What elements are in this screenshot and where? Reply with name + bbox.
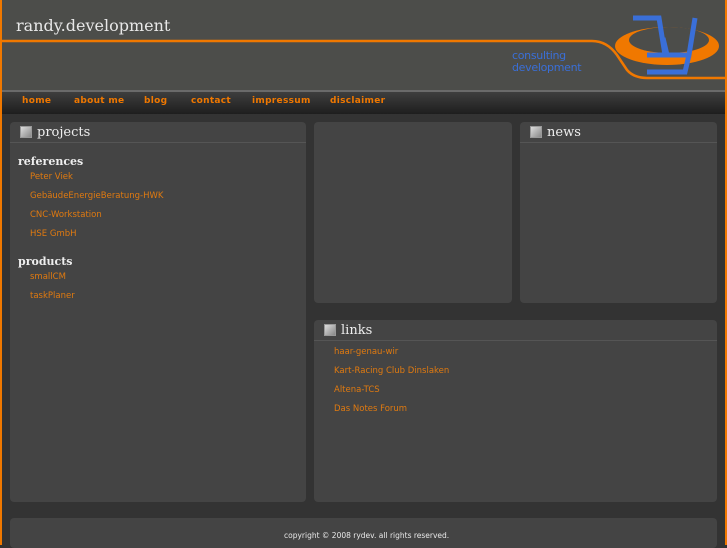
reference-link[interactable]: CNC-Workstation bbox=[30, 210, 306, 220]
nav-contact[interactable]: contact bbox=[191, 96, 231, 106]
reference-link[interactable]: Peter Viek bbox=[30, 172, 306, 182]
references-heading: references bbox=[18, 155, 84, 168]
external-link[interactable]: Das Notes Forum bbox=[334, 404, 717, 414]
nav-blog[interactable]: blog bbox=[144, 96, 167, 106]
nav-about-me[interactable]: about me bbox=[74, 96, 124, 106]
product-link[interactable]: smallCM bbox=[30, 272, 306, 282]
page-icon bbox=[20, 126, 32, 138]
external-link[interactable]: haar-genau-wir bbox=[334, 347, 717, 357]
projects-title: projects bbox=[37, 124, 91, 140]
product-link[interactable]: taskPlaner bbox=[30, 291, 306, 301]
copyright-text: copyright © 2008 rydev. all rights reser… bbox=[284, 531, 450, 540]
main-nav: home about me blog contact impressum dis… bbox=[2, 90, 725, 114]
news-panel: news bbox=[520, 122, 717, 303]
projects-header: projects bbox=[10, 122, 306, 143]
external-link[interactable]: Kart-Racing Club Dinslaken bbox=[334, 366, 717, 376]
footer: copyright © 2008 rydev. all rights reser… bbox=[10, 518, 717, 548]
links-panel: links haar-genau-wir Kart-Racing Club Di… bbox=[314, 320, 717, 502]
page-icon bbox=[324, 324, 336, 336]
external-link[interactable]: Altena-TCS bbox=[334, 385, 717, 395]
reference-link[interactable]: HSE GmbH bbox=[30, 229, 306, 239]
products-heading: products bbox=[18, 255, 73, 268]
nav-impressum[interactable]: impressum bbox=[252, 96, 311, 106]
reference-link[interactable]: GebäudeEnergieBeratung-HWK bbox=[30, 191, 306, 201]
logo-text-development: development bbox=[512, 61, 582, 74]
nav-disclaimer[interactable]: disclaimer bbox=[330, 96, 385, 106]
nav-home[interactable]: home bbox=[22, 96, 51, 106]
news-title: news bbox=[547, 124, 581, 140]
links-title: links bbox=[341, 322, 373, 338]
logo-text: consulting development bbox=[512, 50, 582, 74]
header: randy.development consulting development bbox=[2, 0, 725, 90]
page-icon bbox=[530, 126, 542, 138]
news-header: news bbox=[520, 122, 717, 143]
links-header: links bbox=[314, 320, 717, 341]
logo[interactable] bbox=[607, 10, 725, 80]
center-panel bbox=[314, 122, 512, 303]
projects-panel: projects references Peter Viek GebäudeEn… bbox=[10, 122, 306, 502]
